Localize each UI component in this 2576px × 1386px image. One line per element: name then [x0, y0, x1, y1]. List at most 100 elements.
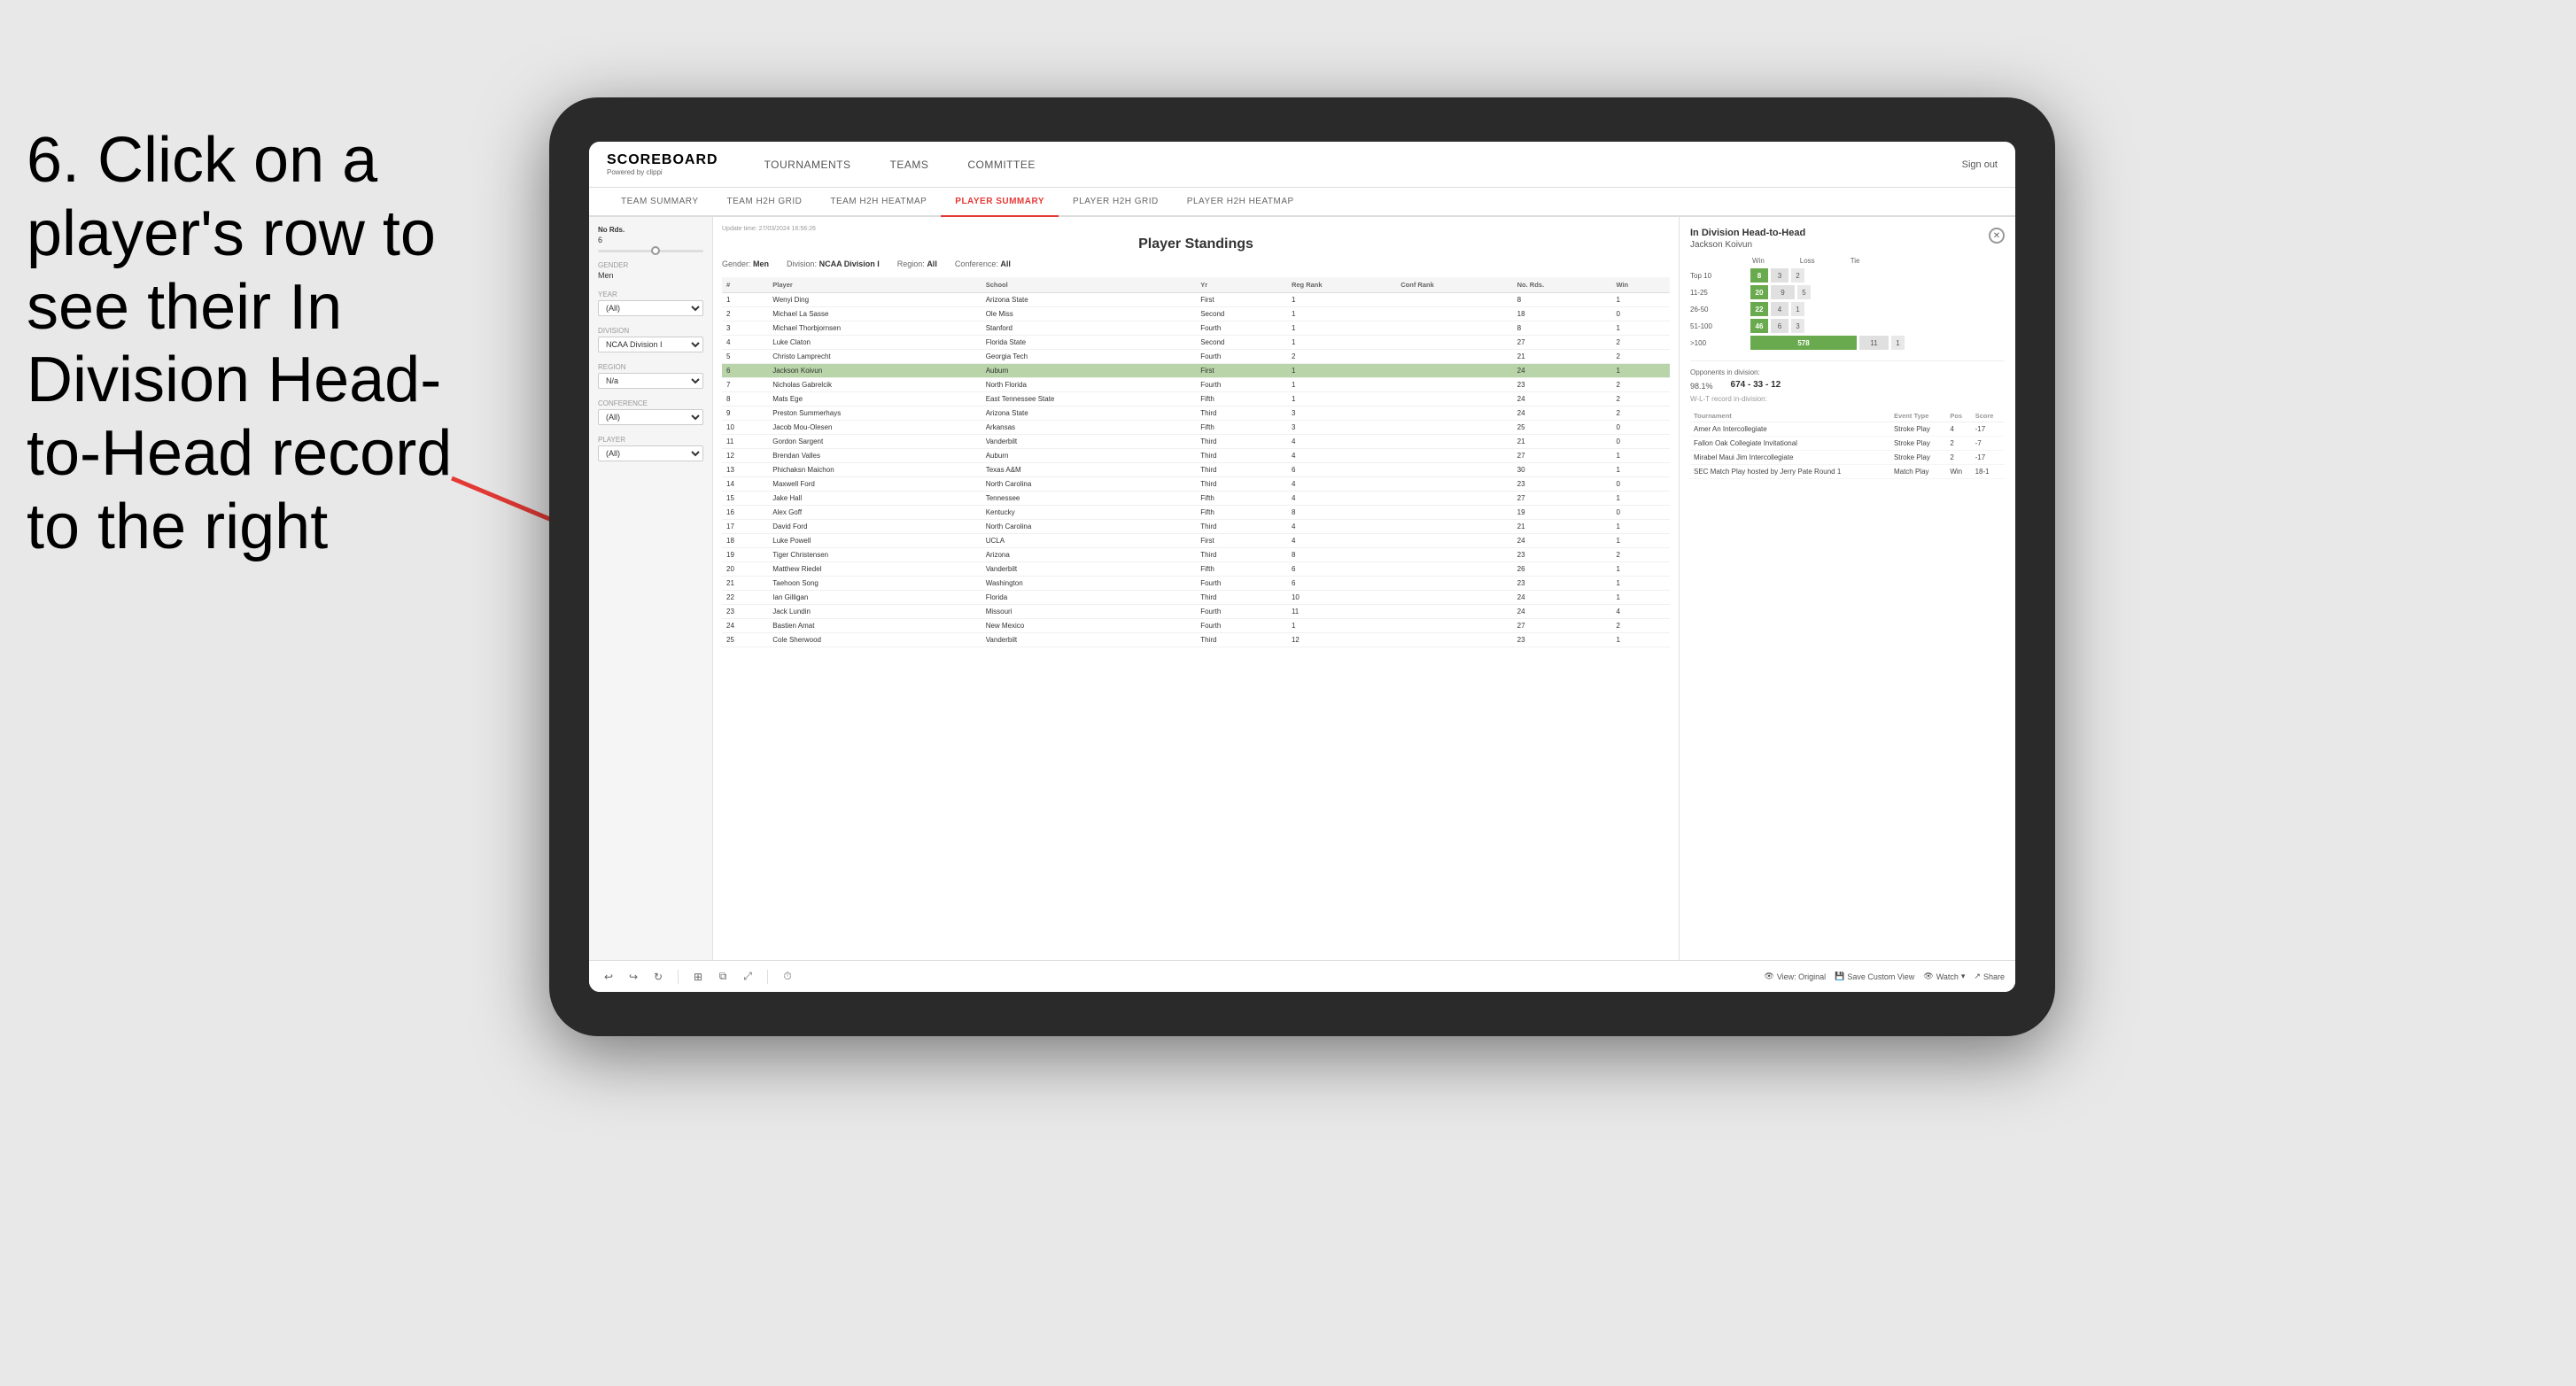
cell-conf-rank	[1396, 307, 1512, 321]
cell-school: North Florida	[982, 378, 1197, 392]
table-row[interactable]: 10 Jacob Mou-Olesen Arkansas Fifth 3 25 …	[722, 421, 1670, 435]
table-row[interactable]: 6 Jackson Koivun Auburn First 1 24 1	[722, 364, 1670, 378]
table-row[interactable]: 25 Cole Sherwood Vanderbilt Third 12 23 …	[722, 633, 1670, 647]
table-row[interactable]: 14 Maxwell Ford North Carolina Third 4 2…	[722, 477, 1670, 492]
tab-team-h2h-heatmap[interactable]: TEAM H2H HEATMAP	[816, 188, 941, 217]
watch-button[interactable]: 👁 Watch ▾	[1923, 972, 1965, 981]
cell-school: Auburn	[982, 364, 1197, 378]
nav-tab-teams[interactable]: TEAMS	[871, 144, 949, 185]
table-row[interactable]: 9 Preston Summerhays Arizona State Third…	[722, 407, 1670, 421]
tab-player-summary[interactable]: PLAYER SUMMARY	[941, 188, 1059, 217]
table-row[interactable]: 16 Alex Goff Kentucky Fifth 8 19 0	[722, 506, 1670, 520]
h2h-title-block: In Division Head-to-Head Jackson Koivun	[1690, 228, 1805, 250]
cell-reg-rank: 3	[1287, 421, 1396, 435]
cell-school: Arkansas	[982, 421, 1197, 435]
cell-no-rds: 24	[1513, 407, 1612, 421]
table-row[interactable]: 19 Tiger Christensen Arizona Third 8 23 …	[722, 548, 1670, 562]
nav-tab-committee[interactable]: COMMITTEE	[948, 144, 1055, 185]
h2h-grid-header: Win Loss Tie	[1690, 257, 2005, 265]
table-row[interactable]: 17 David Ford North Carolina Third 4 21 …	[722, 520, 1670, 534]
table-row[interactable]: 1 Wenyi Ding Arizona State First 1 8 1	[722, 293, 1670, 307]
view-original-button[interactable]: 👁 View: Original	[1764, 972, 1826, 981]
redo-button[interactable]: ↪	[625, 968, 642, 986]
undo-button[interactable]: ↩	[600, 968, 617, 986]
cell-rank: 2	[722, 307, 768, 321]
cell-rank: 9	[722, 407, 768, 421]
tab-team-h2h-grid[interactable]: TEAM H2H GRID	[713, 188, 817, 217]
table-row[interactable]: 7 Nicholas Gabrelcik North Florida Fourt…	[722, 378, 1670, 392]
logo-sub: Powered by clippi	[607, 168, 718, 176]
table-row[interactable]: 5 Christo Lamprecht Georgia Tech Fourth …	[722, 350, 1670, 364]
h2h-bar-win: 8	[1750, 268, 1768, 283]
cell-year: Fourth	[1196, 577, 1287, 591]
table-row[interactable]: 22 Ian Gilligan Florida Third 10 24 1	[722, 591, 1670, 605]
table-row[interactable]: 8 Mats Ege East Tennessee State Fifth 1 …	[722, 392, 1670, 407]
cell-school: Ole Miss	[982, 307, 1197, 321]
slider-thumb[interactable]	[651, 246, 660, 255]
cell-conf-rank	[1396, 506, 1512, 520]
cell-win: 0	[1611, 477, 1670, 492]
table-row[interactable]: 20 Matthew Riedel Vanderbilt Fifth 6 26 …	[722, 562, 1670, 577]
save-custom-view-button[interactable]: 💾 Save Custom View	[1835, 972, 1914, 981]
paste-button[interactable]: ⧉	[714, 968, 732, 986]
table-row[interactable]: 2 Michael La Sasse Ole Miss Second 1 18 …	[722, 307, 1670, 321]
sign-out-link[interactable]: Sign out	[1962, 159, 1998, 170]
cell-win: 1	[1611, 520, 1670, 534]
tournament-row[interactable]: Mirabel Maui Jim Intercollegiate Stroke …	[1690, 451, 2005, 465]
cell-player: Bastien Amat	[768, 619, 981, 633]
cell-win: 4	[1611, 605, 1670, 619]
tab-player-h2h-grid[interactable]: PLAYER H2H GRID	[1059, 188, 1173, 217]
wl-percent: 98.1%	[1690, 382, 1713, 391]
refresh-button[interactable]: ↻	[649, 968, 667, 986]
player-select[interactable]: (All)	[598, 445, 703, 461]
cell-conf-rank	[1396, 633, 1512, 647]
center-panel: Update time: 27/03/2024 16:56:26 Player …	[713, 217, 1679, 960]
cell-conf-rank	[1396, 392, 1512, 407]
cell-year: Third	[1196, 520, 1287, 534]
tournament-row[interactable]: Amer An Intercollegiate Stroke Play 4 -1…	[1690, 422, 2005, 437]
col-win-label: Win	[1752, 257, 1765, 265]
tournament-row[interactable]: Fallon Oak Collegiate Invitational Strok…	[1690, 437, 2005, 451]
division-select[interactable]: NCAA Division I	[598, 337, 703, 352]
table-row[interactable]: 18 Luke Powell UCLA First 4 24 1	[722, 534, 1670, 548]
share-button[interactable]: ↗ Share	[1974, 972, 2005, 981]
tab-player-h2h-heatmap[interactable]: PLAYER H2H HEATMAP	[1173, 188, 1308, 217]
close-button[interactable]: ✕	[1989, 228, 2005, 244]
gender-filter-value: Men	[753, 259, 769, 268]
cell-conf-rank	[1396, 293, 1512, 307]
expand-button[interactable]: ⤢	[739, 968, 757, 986]
cell-year: Third	[1196, 633, 1287, 647]
conference-filter-value: All	[1000, 259, 1011, 268]
table-row[interactable]: 13 Phichaksn Maichon Texas A&M Third 6 3…	[722, 463, 1670, 477]
tab-team-summary[interactable]: TEAM SUMMARY	[607, 188, 713, 217]
clock-button[interactable]: ⏱	[779, 968, 796, 986]
cell-no-rds: 27	[1513, 492, 1612, 506]
tournament-row[interactable]: SEC Match Play hosted by Jerry Pate Roun…	[1690, 465, 2005, 479]
copy-button[interactable]: ⊞	[689, 968, 707, 986]
table-row[interactable]: 24 Bastien Amat New Mexico Fourth 1 27 2	[722, 619, 1670, 633]
table-row[interactable]: 11 Gordon Sargent Vanderbilt Third 4 21 …	[722, 435, 1670, 449]
conference-select[interactable]: (All)	[598, 409, 703, 425]
table-row[interactable]: 12 Brendan Valles Auburn Third 4 27 1	[722, 449, 1670, 463]
table-row[interactable]: 21 Taehoon Song Washington Fourth 6 23 1	[722, 577, 1670, 591]
cell-win: 1	[1611, 321, 1670, 336]
table-row[interactable]: 4 Luke Claton Florida State Second 1 27 …	[722, 336, 1670, 350]
eye-icon: 👁	[1764, 972, 1773, 981]
player-table: # Player School Yr Reg Rank Conf Rank No…	[722, 277, 1670, 647]
cell-year: Fourth	[1196, 605, 1287, 619]
cell-school: Texas A&M	[982, 463, 1197, 477]
year-select[interactable]: (All)	[598, 300, 703, 316]
share-label: Share	[1983, 972, 2005, 981]
table-row[interactable]: 23 Jack Lundin Missouri Fourth 11 24 4	[722, 605, 1670, 619]
region-select[interactable]: N/a	[598, 373, 703, 389]
table-row[interactable]: 3 Michael Thorbjornsen Stanford Fourth 1…	[722, 321, 1670, 336]
nav-tab-tournaments[interactable]: TOURNAMENTS	[745, 144, 871, 185]
table-row[interactable]: 15 Jake Hall Tennessee Fifth 4 27 1	[722, 492, 1670, 506]
opponents-label: Opponents in division:	[1690, 368, 2005, 376]
no-rds-slider[interactable]	[598, 250, 703, 252]
h2h-range: 26-50	[1690, 306, 1750, 314]
cell-rank: 14	[722, 477, 768, 492]
cell-reg-rank: 4	[1287, 449, 1396, 463]
cell-player: Maxwell Ford	[768, 477, 981, 492]
cell-win: 0	[1611, 421, 1670, 435]
